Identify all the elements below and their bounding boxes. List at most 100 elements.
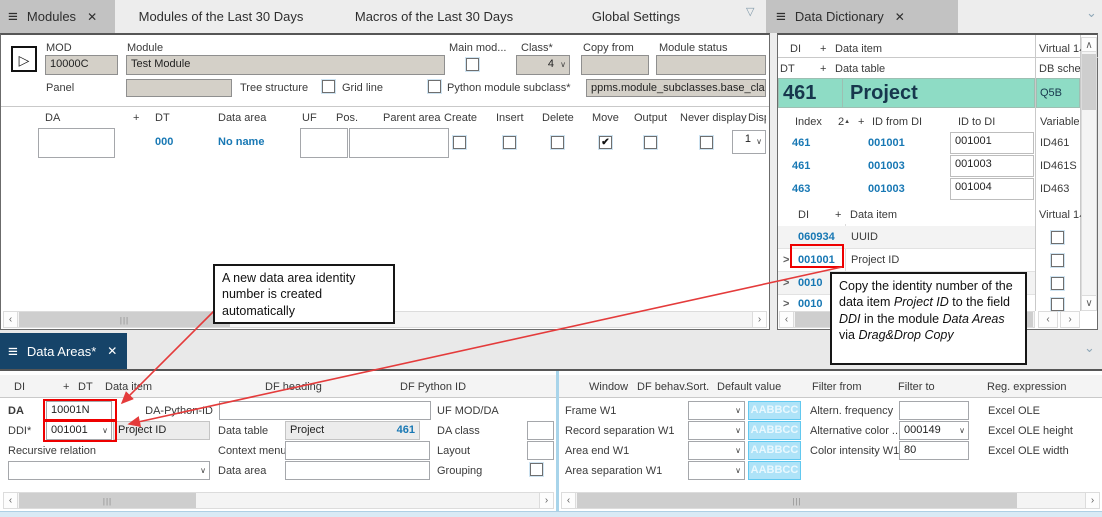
expand-icon[interactable]: > (783, 298, 789, 310)
id-to-cell[interactable]: 001004 (950, 178, 1034, 200)
main-mod-checkbox[interactable] (466, 58, 479, 71)
id-from-cell[interactable]: 001003 (868, 160, 905, 172)
plus-control[interactable]: + (820, 43, 826, 55)
default-color-field[interactable]: AABBCC (748, 461, 801, 480)
plus-control[interactable]: + (820, 63, 826, 75)
index-sort-badge[interactable]: 2▲ (838, 116, 850, 128)
right-hscroll-thumb[interactable]: ||| (577, 493, 1017, 508)
recursive-relation-select[interactable]: ∨ (8, 461, 210, 480)
delete-checkbox[interactable] (551, 136, 564, 149)
scroll-up-icon[interactable]: ∧ (1081, 37, 1097, 52)
default-color-field[interactable]: AABBCC (748, 421, 801, 440)
pager-left-icon[interactable]: ‹ (1038, 311, 1058, 328)
menu-icon[interactable]: ≡ (8, 343, 18, 360)
da-class-field[interactable] (527, 421, 554, 440)
plus-control[interactable]: + (133, 112, 139, 124)
plus-control[interactable]: + (858, 116, 864, 128)
never-display-checkbox[interactable] (700, 136, 713, 149)
da-python-id-field[interactable] (219, 401, 431, 420)
tab-global-settings[interactable]: Global Settings (572, 0, 700, 33)
scroll-left-icon[interactable]: ‹ (779, 311, 794, 328)
da-cell-input[interactable] (38, 128, 115, 158)
index-cell[interactable]: 463 (792, 183, 810, 195)
da-id-field[interactable]: 10001N (46, 401, 112, 420)
insert-checkbox[interactable] (503, 136, 516, 149)
df-behav-select[interactable]: ∨ (688, 421, 745, 440)
altern-frequency-field[interactable] (899, 401, 969, 420)
virtual-checkbox[interactable] (1051, 277, 1064, 290)
virtual-checkbox[interactable] (1051, 298, 1064, 311)
id-from-cell[interactable]: 001001 (868, 137, 905, 149)
python-subclass-field[interactable]: ppms.module_subclasses.base_clas (586, 79, 766, 97)
virtual-checkbox[interactable] (1051, 254, 1064, 267)
python-subclass-checkbox[interactable] (428, 80, 441, 93)
pos-cell-input[interactable] (349, 128, 449, 158)
default-color-field[interactable]: AABBCC (748, 401, 801, 420)
alternative-color-select[interactable]: 000149 ∨ (899, 421, 969, 440)
class-select[interactable]: 4 ∨ (516, 55, 570, 75)
id-from-cell[interactable]: 001003 (868, 183, 905, 195)
copy-from-field[interactable] (581, 55, 649, 75)
item-name-cell[interactable]: UUID (851, 231, 878, 243)
display-select[interactable]: 1 ∨ (732, 130, 766, 154)
mod-field[interactable]: 10000C (45, 55, 118, 75)
df-behav-select[interactable]: ∨ (688, 461, 745, 480)
module-status-field[interactable] (656, 55, 766, 75)
scroll-right-icon[interactable]: › (539, 492, 554, 509)
item-di-cell[interactable]: 0010 (798, 298, 822, 310)
expand-icon[interactable]: > (783, 254, 789, 266)
move-checkbox[interactable]: ✔ (599, 136, 612, 149)
left-hscroll-thumb[interactable]: ||| (19, 493, 196, 508)
tab-modules-last-30-days[interactable]: Modules of the Last 30 Days (128, 0, 314, 33)
item-di-cell[interactable]: 060934 (798, 231, 835, 243)
df-behav-select[interactable]: ∨ (688, 401, 745, 420)
scroll-right-icon[interactable]: › (1085, 492, 1100, 509)
modules-hscroll-thumb[interactable]: ||| (19, 312, 230, 327)
data-area-field[interactable] (285, 461, 430, 480)
module-name-field[interactable]: Test Module (126, 55, 445, 75)
close-icon[interactable]: ✕ (895, 10, 905, 24)
plus-control[interactable]: + (835, 209, 841, 221)
virtual-checkbox[interactable] (1051, 231, 1064, 244)
tab-data-dictionary[interactable]: ≡ Data Dictionary ✕ (766, 0, 958, 33)
id-to-cell[interactable]: 001001 (950, 132, 1034, 154)
create-checkbox[interactable] (453, 136, 466, 149)
collapse-chevron-icon[interactable]: ⌄ (1086, 5, 1097, 21)
dt-cell[interactable]: 000 (155, 136, 173, 148)
index-cell[interactable]: 461 (792, 160, 810, 172)
scroll-down-icon[interactable]: ∨ (1081, 295, 1097, 311)
item-di-cell[interactable]: 001001 (798, 254, 835, 266)
close-icon[interactable]: ✕ (87, 10, 97, 24)
ddi-field[interactable]: 001001 ∨ (46, 421, 112, 440)
grouping-checkbox[interactable] (530, 463, 543, 476)
grid-line-checkbox[interactable] (322, 80, 335, 93)
panel-field[interactable] (126, 79, 232, 97)
scroll-right-icon[interactable]: › (752, 311, 767, 328)
data-area-cell[interactable]: No name (218, 136, 264, 148)
output-checkbox[interactable] (644, 136, 657, 149)
menu-icon[interactable]: ≡ (8, 8, 18, 25)
default-color-field[interactable]: AABBCC (748, 441, 801, 460)
color-intensity-field[interactable]: 80 (899, 441, 969, 460)
pager-right-icon[interactable]: › (1060, 311, 1080, 328)
uf-cell-input[interactable] (300, 128, 348, 158)
tab-modules[interactable]: ≡ Modules ✕ (0, 0, 115, 33)
plus-control[interactable]: + (63, 381, 69, 393)
index-cell[interactable]: 461 (792, 137, 810, 149)
item-di-cell[interactable]: 0010 (798, 277, 822, 289)
tab-data-areas[interactable]: ≡ Data Areas* ✕ (0, 333, 127, 369)
scroll-left-icon[interactable]: ‹ (561, 492, 576, 509)
flag-dropdown-icon[interactable]: ▽ (746, 5, 754, 18)
item-name-cell[interactable]: Project ID (851, 254, 899, 266)
menu-icon[interactable]: ≡ (776, 8, 786, 25)
df-behav-select[interactable]: ∨ (688, 441, 745, 460)
context-menu-field[interactable] (285, 441, 430, 460)
dict-vscroll-thumb[interactable] (1082, 54, 1096, 110)
id-to-cell[interactable]: 001003 (950, 155, 1034, 177)
scroll-left-icon[interactable]: ‹ (3, 492, 18, 509)
expand-icon[interactable]: > (783, 277, 789, 289)
tab-macros-last-30-days[interactable]: Macros of the Last 30 Days (345, 0, 523, 33)
layout-field[interactable] (527, 441, 554, 460)
scroll-left-icon[interactable]: ‹ (3, 311, 18, 328)
collapse-chevron-icon[interactable]: ⌄ (1084, 340, 1095, 356)
